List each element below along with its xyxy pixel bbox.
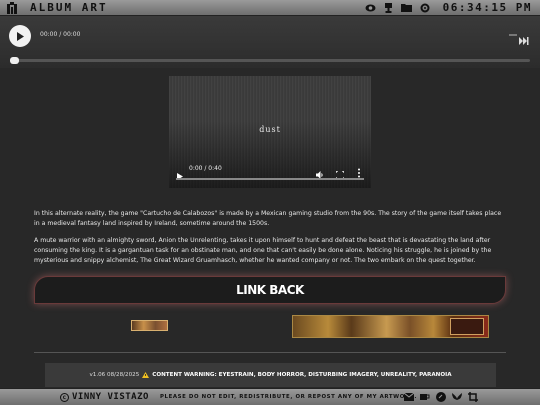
topbar-icons <box>365 2 430 13</box>
page-title: ALBUM ART <box>30 1 108 14</box>
author-name: VINNY VISTAZO <box>72 392 149 402</box>
audio-play-button[interactable] <box>9 25 31 47</box>
video-fullscreen-icon[interactable] <box>335 164 345 180</box>
gear-icon[interactable] <box>419 2 430 13</box>
bottom-bar: c VINNY VISTAZO PLEASE DO NOT EDIT, REDI… <box>0 388 540 405</box>
mail-icon[interactable] <box>404 392 414 402</box>
version-text: v1.06 08/28/2025 <box>89 372 140 378</box>
home-logo-icon[interactable] <box>4 0 20 16</box>
crop-icon[interactable] <box>468 392 478 402</box>
warning-icon <box>142 372 150 378</box>
clock: 06:34:15 PM <box>442 1 532 14</box>
content-warning: CONTENT WARNING: EYESTRAIN, BODY HORROR,… <box>152 372 452 378</box>
folder-icon[interactable] <box>401 2 412 13</box>
trophy-icon[interactable] <box>383 2 394 13</box>
video-play-icon[interactable] <box>177 165 183 180</box>
audio-seek-handle[interactable] <box>10 57 19 64</box>
social-icons <box>404 392 478 402</box>
link-back-label: LINK BACK <box>236 283 304 297</box>
divider <box>34 352 506 353</box>
copyright: c VINNY VISTAZO <box>60 392 149 402</box>
video-more-icon[interactable] <box>357 163 361 178</box>
banner-title-box <box>450 318 484 335</box>
copyright-notice: PLEASE DO NOT EDIT, REDISTRIBUTE, OR REP… <box>160 394 418 400</box>
video-player[interactable]: dust 0:00 / 0:40 <box>169 76 371 188</box>
video-caption: dust <box>259 125 281 134</box>
top-bar: ALBUM ART 06:34:15 PM <box>0 0 540 16</box>
small-thumbnail-image[interactable] <box>131 320 168 331</box>
discord-icon[interactable] <box>436 392 446 402</box>
video-time: 0:00 / 0:40 <box>189 165 222 172</box>
link-back-button[interactable]: LINK BACK <box>34 276 506 304</box>
audio-time: 00:00 / 00:00 <box>40 31 81 38</box>
coffee-icon[interactable] <box>420 392 430 402</box>
eye-icon[interactable] <box>365 2 376 13</box>
story-paragraph-2: A mute warrior with an almighty sword, A… <box>34 237 492 264</box>
video-seek-bar[interactable] <box>176 178 364 180</box>
story-paragraph-1: In this alternate reality, the game "Car… <box>34 210 502 227</box>
banner-image[interactable] <box>292 315 489 338</box>
bluesky-icon[interactable] <box>452 392 462 402</box>
audio-player: 00:00 / 00:00 <box>0 16 540 68</box>
play-icon <box>17 31 24 41</box>
copyright-icon: c <box>60 392 69 402</box>
video-volume-icon[interactable] <box>316 164 324 179</box>
skip-forward-icon[interactable] <box>519 30 529 45</box>
footer: v1.06 08/28/2025 CONTENT WARNING: EYESTR… <box>45 363 496 387</box>
audio-seek-bar[interactable] <box>10 57 530 64</box>
volume-icon[interactable] <box>509 34 517 36</box>
